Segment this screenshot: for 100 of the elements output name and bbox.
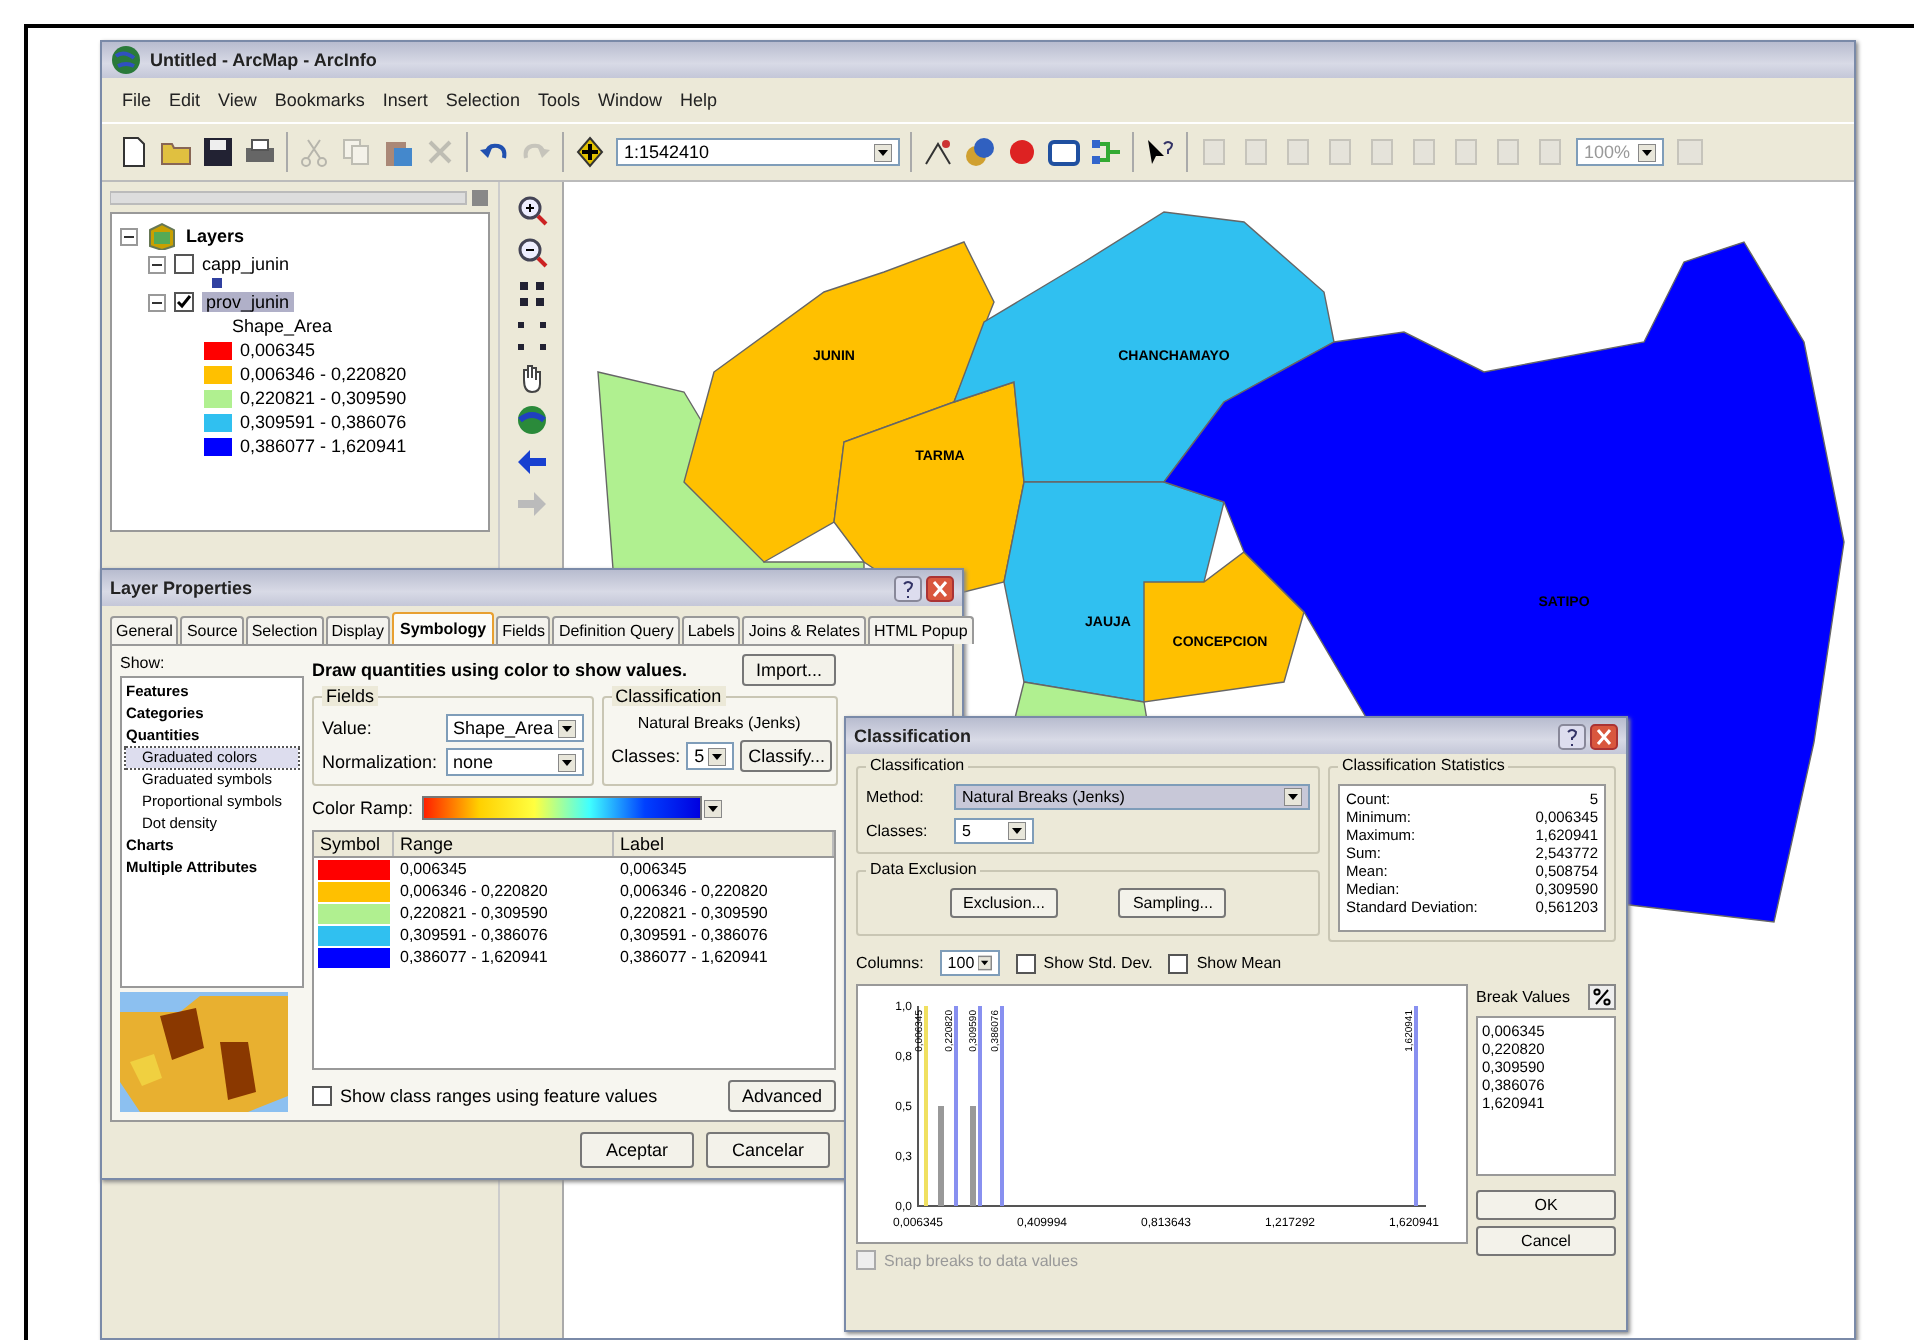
menu-item[interactable]: Help <box>679 90 717 110</box>
dropdown-arrow-icon[interactable] <box>708 747 727 765</box>
menu-item[interactable]: Insert <box>382 90 428 110</box>
ball-tool-icon[interactable] <box>1006 136 1038 168</box>
tab[interactable]: Display <box>325 616 390 644</box>
checkbox[interactable] <box>174 254 194 274</box>
save-icon[interactable] <box>202 136 234 168</box>
advanced-button[interactable]: Advanced <box>727 1080 836 1112</box>
tab[interactable]: Definition Query <box>552 616 680 644</box>
symbol-swatch[interactable] <box>318 925 390 945</box>
checkbox[interactable] <box>1168 953 1189 973</box>
ok-button[interactable]: OK <box>1476 1190 1616 1220</box>
classes-dropdown[interactable]: 5 <box>954 818 1034 844</box>
checkbox[interactable] <box>312 1086 332 1106</box>
window-title: Untitled - ArcMap - ArcInfo <box>150 50 377 70</box>
menu-item[interactable]: View <box>218 90 257 110</box>
symbol-swatch[interactable] <box>318 859 390 879</box>
menu-item[interactable]: File <box>122 90 152 110</box>
dropdown-arrow-icon[interactable] <box>1284 788 1302 806</box>
window-icon[interactable] <box>1048 136 1080 168</box>
percent-toggle-icon[interactable] <box>1588 984 1616 1010</box>
editor-tool-icon[interactable] <box>922 136 954 168</box>
dropdown-arrow-icon[interactable] <box>557 719 576 737</box>
classes-dropdown[interactable]: 5 <box>686 742 735 770</box>
paste-icon[interactable] <box>382 136 414 168</box>
tab[interactable]: Fields <box>496 616 551 644</box>
fixed-zoom-out-icon[interactable] <box>515 320 547 352</box>
label-cell-text: 0,309591 - 0,386076 <box>618 926 770 944</box>
tab[interactable]: Selection <box>245 616 324 644</box>
layer-name[interactable]: capp_junin <box>202 254 290 274</box>
sampling-button[interactable]: Sampling... <box>1118 888 1227 918</box>
model-icon[interactable] <box>1090 136 1122 168</box>
back-arrow-icon[interactable] <box>515 446 547 478</box>
columns-spinner[interactable]: 100 <box>939 950 1000 976</box>
group-label: Classification <box>611 686 726 706</box>
dropdown-arrow-icon[interactable] <box>978 954 992 972</box>
color-ramp[interactable] <box>421 796 702 820</box>
checkbox[interactable] <box>1015 953 1036 973</box>
dropdown-arrow-icon[interactable] <box>1008 822 1026 840</box>
menu-item[interactable]: Window <box>597 90 662 110</box>
range-cell-text: 0,220821 - 0,309590 <box>398 904 550 922</box>
legend-label: 0,006345 <box>240 340 316 360</box>
new-file-icon[interactable] <box>118 136 150 168</box>
menu-item[interactable]: Selection <box>445 90 520 110</box>
add-data-icon[interactable] <box>574 136 606 168</box>
exclusion-button[interactable]: Exclusion... <box>949 888 1059 918</box>
checkbox[interactable] <box>174 292 194 312</box>
zoom-out-icon[interactable] <box>515 236 547 268</box>
value-dropdown[interactable]: Shape_Area <box>445 714 584 742</box>
import-button[interactable]: Import... <box>741 654 836 686</box>
expand-toggle-icon[interactable] <box>148 255 166 273</box>
dropdown-arrow-icon[interactable] <box>703 799 722 817</box>
dropdown-arrow-icon[interactable] <box>1638 143 1656 161</box>
field-label: Method: <box>866 788 926 806</box>
zoom-in-icon[interactable] <box>515 194 547 226</box>
tab[interactable]: General <box>110 616 179 644</box>
tab[interactable]: HTML Popup <box>867 616 974 644</box>
print-icon[interactable] <box>244 136 276 168</box>
accept-button[interactable]: Aceptar <box>579 1132 694 1168</box>
tab[interactable]: Joins & Relates <box>742 616 866 644</box>
field-label: Classes: <box>611 746 681 766</box>
histogram-bar <box>970 1106 976 1206</box>
group-label: Classification Statistics <box>1338 756 1509 774</box>
cancel-button[interactable]: Cancel <box>1476 1226 1616 1256</box>
globe-icon[interactable] <box>515 404 547 436</box>
cancel-button[interactable]: Cancelar <box>705 1132 830 1168</box>
tab[interactable]: Labels <box>681 616 741 644</box>
classify-button[interactable]: Classify... <box>740 740 833 772</box>
column-header: Symbol <box>314 832 394 856</box>
symbol-swatch[interactable] <box>318 903 390 923</box>
help-icon[interactable] <box>894 575 922 601</box>
symbol-swatch[interactable] <box>318 881 390 901</box>
app-globe-icon <box>110 44 142 76</box>
fixed-zoom-in-icon[interactable] <box>515 278 547 310</box>
tab[interactable]: Source <box>180 616 244 644</box>
expand-toggle-icon[interactable] <box>148 293 166 311</box>
close-icon[interactable] <box>926 575 954 601</box>
symbol-swatch[interactable] <box>318 947 390 967</box>
dropdown-arrow-icon[interactable] <box>557 753 576 771</box>
menu-item[interactable]: Edit <box>169 90 201 110</box>
normalization-dropdown[interactable]: none <box>445 748 584 776</box>
range-cell-text: 0,006345 <box>398 860 469 878</box>
expand-toggle-icon[interactable] <box>120 227 138 245</box>
close-icon[interactable] <box>1590 723 1618 749</box>
menu-item[interactable]: Tools <box>537 90 580 110</box>
method-text: Natural Breaks (Jenks) <box>635 714 803 732</box>
dropdown-arrow-icon[interactable] <box>874 143 892 161</box>
tab[interactable]: Symbology <box>391 612 495 644</box>
method-dropdown[interactable]: Natural Breaks (Jenks) <box>954 784 1310 810</box>
menu-item[interactable]: Bookmarks <box>274 90 365 110</box>
whats-this-icon[interactable] <box>1144 136 1176 168</box>
checkbox-label: Show Mean <box>1196 954 1282 972</box>
toggle-draft-icon[interactable] <box>1674 136 1706 168</box>
legend-label: 0,386077 - 1,620941 <box>240 436 407 456</box>
label-cell-text: 0,220821 - 0,309590 <box>618 904 770 922</box>
layer-name[interactable]: prov_junin <box>202 292 294 312</box>
scale-field[interactable]: 1:1542410 <box>616 138 900 166</box>
help-icon[interactable] <box>1558 723 1586 749</box>
field-label: Color Ramp: <box>312 798 414 818</box>
label-cell-text: 0,006346 - 0,220820 <box>618 882 770 900</box>
